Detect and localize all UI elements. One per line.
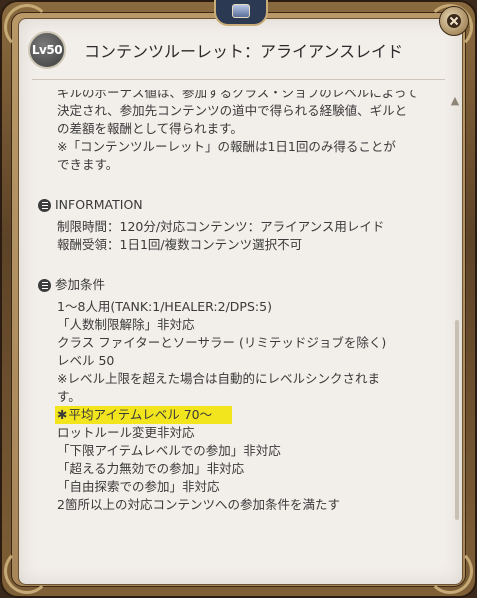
list-icon [38, 198, 51, 212]
description-body: ギルのボーナス値は、参加するクラス・ジョブのレベルによって 決定され、参加先コン… [38, 90, 428, 510]
section-title: INFORMATION [55, 197, 143, 212]
condition-line: 2箇所以上の対応コンテンツへの参加条件を満たす [57, 497, 340, 510]
list-icon [38, 278, 51, 292]
condition-line: ※レベル上限を超えた場合は自動的にレベルシンクされま [57, 371, 380, 386]
info-line: 報酬受領：1日1回/複数コンテンツ選択不可 [57, 237, 303, 252]
condition-line: ロットルール変更非対応 [57, 425, 195, 440]
chevron-up-icon[interactable]: ▲ [449, 95, 461, 107]
condition-line: レベル 50 [57, 353, 115, 368]
window-header: Lv50 コンテンツルーレット：アライアンスレイド [28, 30, 445, 70]
intro-line: の差額を報酬として得られます。 [57, 121, 243, 136]
asterisk-icon: ✱ [57, 407, 68, 422]
item-level-highlight: ✱平均アイテムレベル 70〜 [55, 406, 233, 424]
condition-line: す。 [57, 389, 81, 404]
condition-line: 「超える力無効での参加」非対応 [57, 461, 245, 476]
intro-line: ギルのボーナス値は、参加するクラス・ジョブのレベルによって [57, 90, 419, 100]
close-icon [447, 14, 461, 28]
condition-line: クラス ファイターとソーサラー (リミテッドジョブを除く) [57, 335, 387, 350]
scrollbar[interactable] [455, 320, 459, 520]
level-badge: Lv50 [28, 31, 66, 69]
section-title: 参加条件 [55, 277, 106, 292]
intro-line: ※「コンテンツルーレット」の報酬は1日1回のみ得ることが [57, 139, 396, 154]
information-heading: INFORMATION [38, 196, 428, 214]
header-divider [32, 79, 445, 80]
condition-line: 「自由探索での参加」非対応 [57, 479, 220, 494]
condition-line: 1〜8人用(TANK:1/HEALER:2/DPS:5) [57, 299, 272, 314]
highlighted-condition: ✱平均アイテムレベル 70〜 [38, 406, 428, 424]
page-title: コンテンツルーレット：アライアンスレイド [84, 42, 404, 61]
conditions-heading: 参加条件 [38, 276, 428, 294]
intro-text: ギルのボーナス値は、参加するクラス・ジョブのレベルによって 決定され、参加先コン… [38, 90, 428, 174]
intro-line: できます。 [57, 157, 119, 172]
window-frame: Lv50 コンテンツルーレット：アライアンスレイド ▲ ギルのボーナス値は、参加… [0, 0, 477, 598]
highlight-text: 平均アイテムレベル 70〜 [68, 407, 213, 422]
condition-line: 「人数制限解除」非対応 [57, 317, 195, 332]
condition-line: 「下限アイテムレベルでの参加」非対応 [57, 443, 281, 458]
info-line: 制限時間：120分/対応コンテンツ：アライアンス用レイド [57, 219, 385, 234]
intro-line: 決定され、参加先コンテンツの道中で得られる経験値、ギルと [57, 103, 408, 118]
crest-icon [214, 0, 268, 26]
